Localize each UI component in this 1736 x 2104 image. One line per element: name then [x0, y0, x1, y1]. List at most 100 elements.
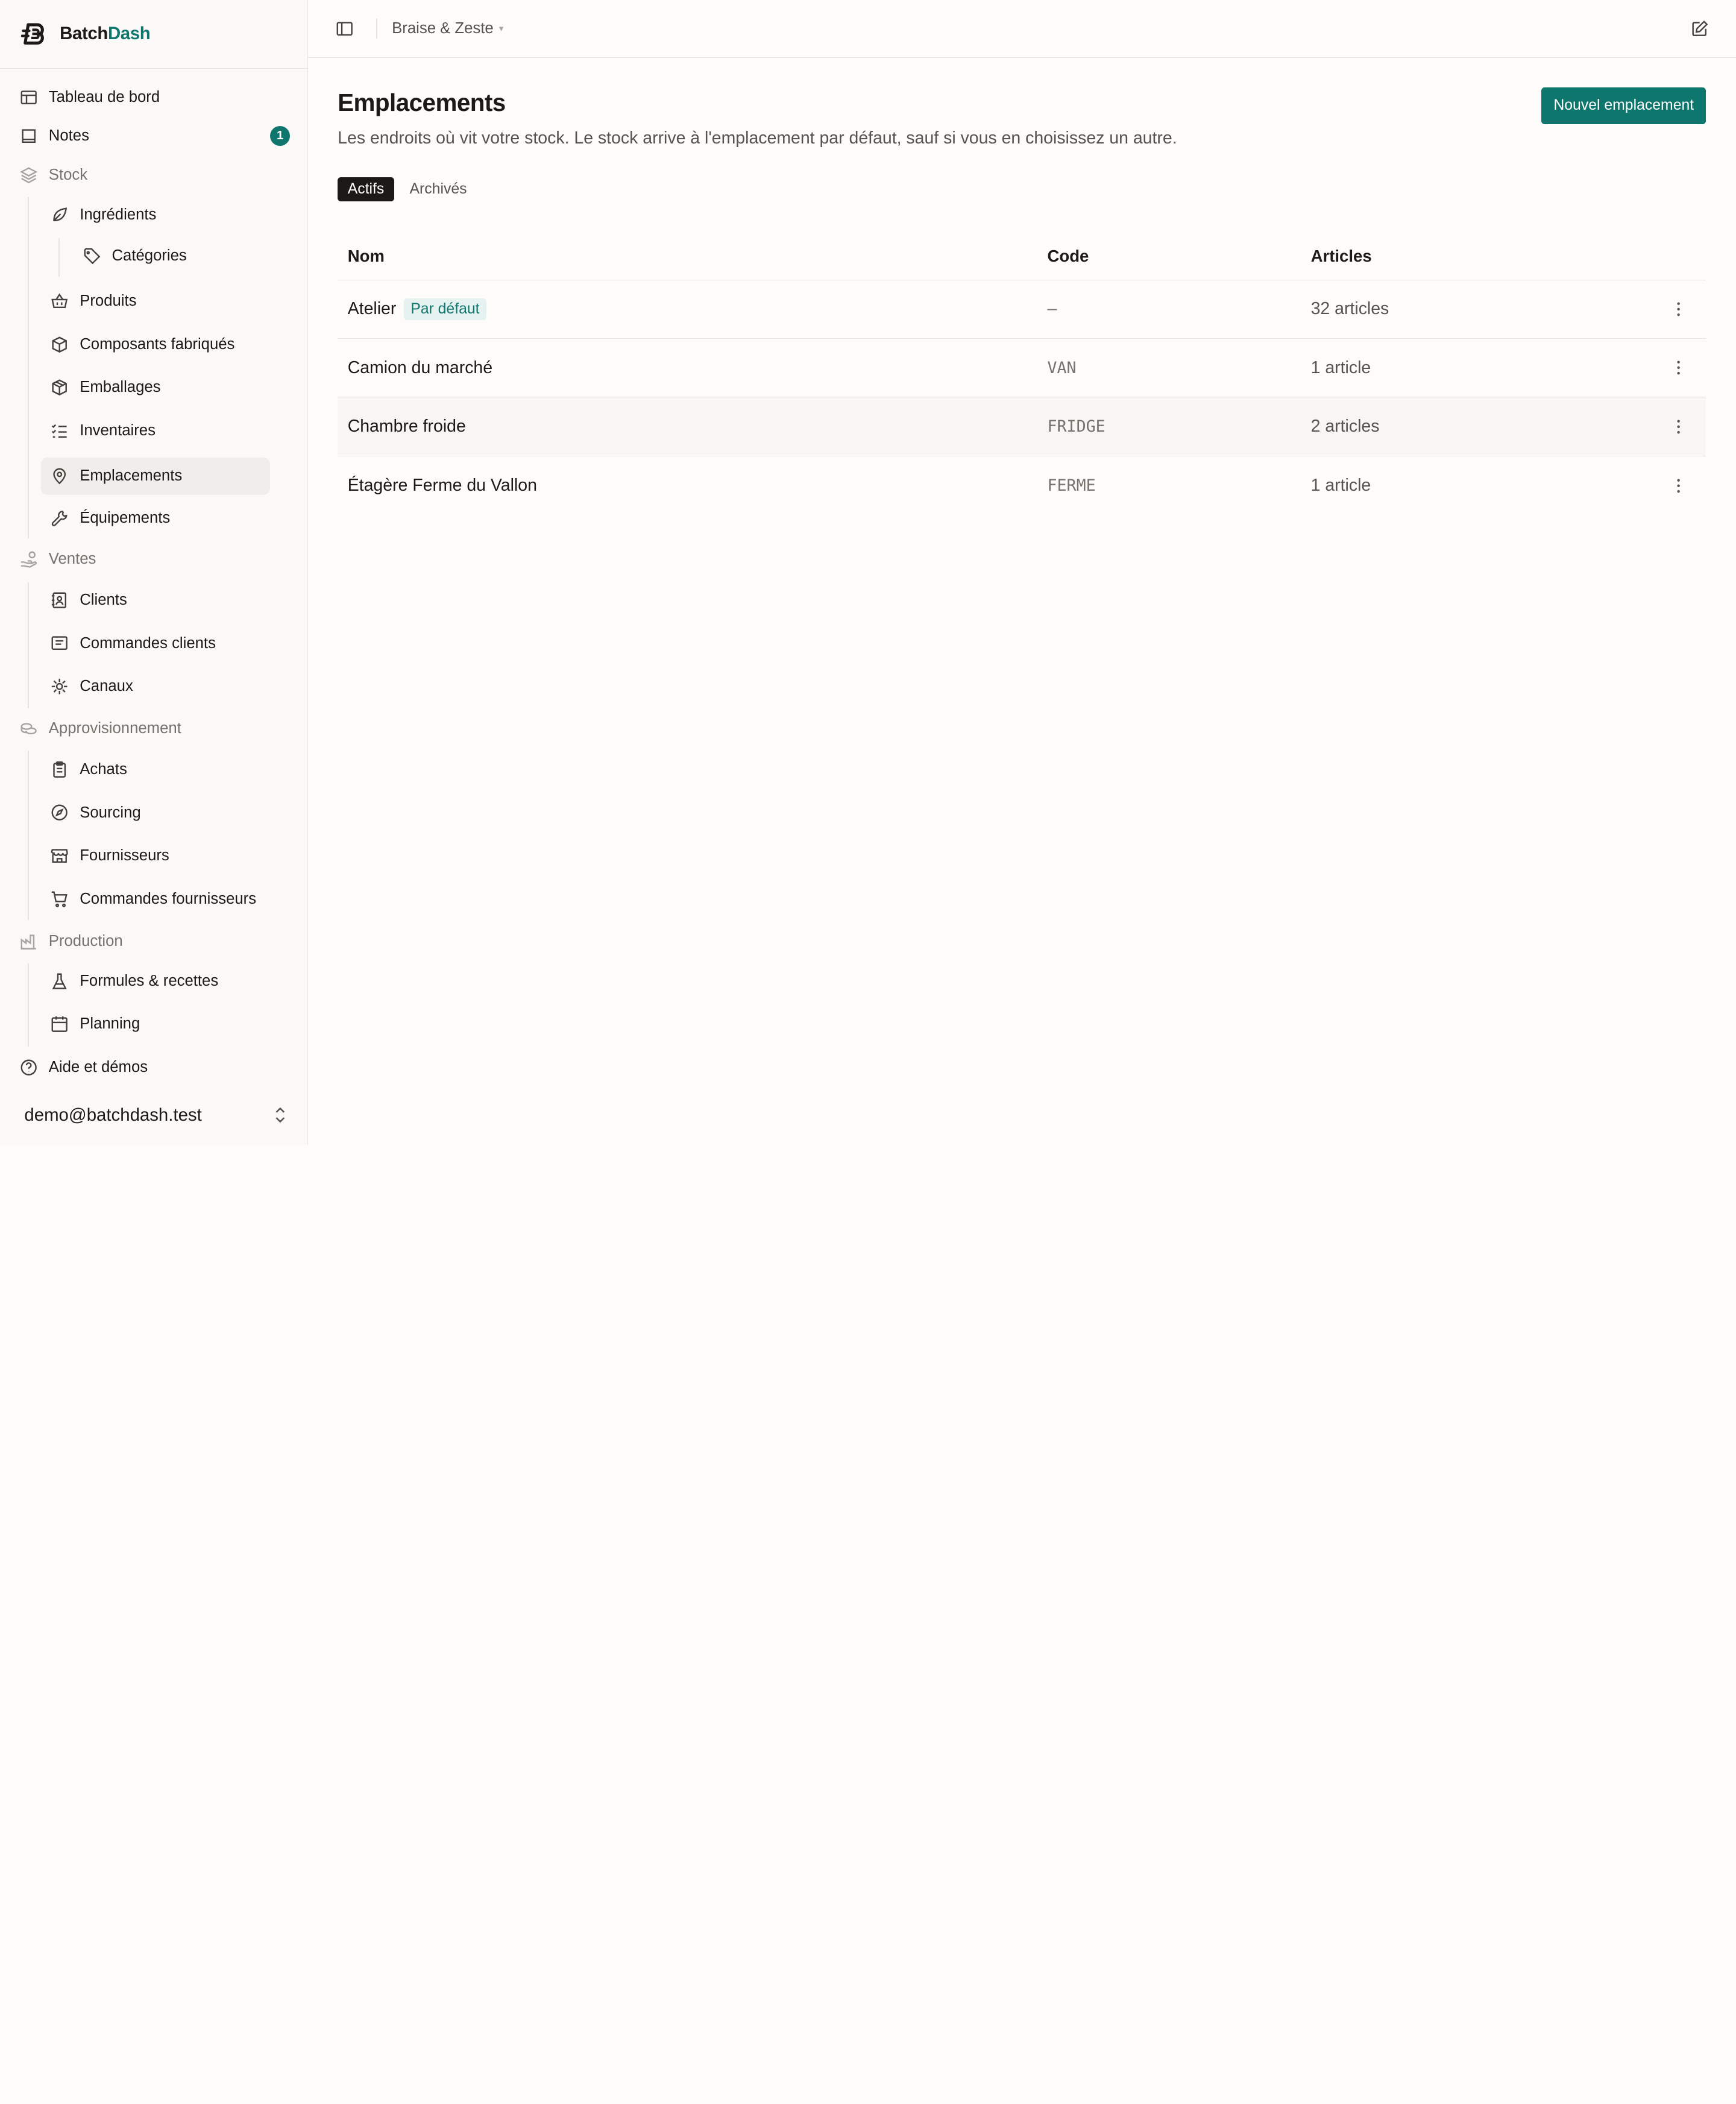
sidebar-item-commandes-clients[interactable]: Commandes clients	[51, 625, 270, 662]
sidebar-toggle-icon[interactable]	[336, 20, 353, 37]
sidebar-group-stock[interactable]: Stock	[20, 156, 290, 194]
table-row[interactable]: Atelier Par défaut – 32 articles	[338, 280, 1706, 339]
sidebar-item-label: Inventaires	[80, 421, 156, 439]
location-code: FERME	[1047, 476, 1096, 495]
sidebar-item-label: Catégories	[112, 247, 187, 264]
sidebar-item-fournisseurs[interactable]: Fournisseurs	[51, 837, 270, 875]
location-articles: 1 article	[1310, 475, 1371, 495]
location-name: Camion du marché	[347, 357, 493, 377]
table-header: Nom Code Articles	[338, 233, 1706, 280]
compass-icon	[51, 804, 68, 821]
status-tabs: Actifs Archivés	[338, 177, 477, 202]
location-articles: 2 articles	[1310, 417, 1380, 436]
wrench-icon	[51, 509, 68, 527]
stock-tree-line	[27, 197, 29, 538]
calendar-icon	[51, 1015, 68, 1033]
new-location-button[interactable]: Nouvel emplacement	[1541, 87, 1706, 124]
clipboard-icon	[51, 761, 68, 778]
coins-icon	[20, 720, 37, 737]
tag-icon	[83, 247, 101, 265]
leaf-icon	[51, 206, 68, 224]
tab-actifs[interactable]: Actifs	[338, 177, 394, 202]
location-name-cell: Camion du marché	[338, 358, 1047, 378]
location-name: Chambre froide	[347, 417, 466, 436]
contact-book-icon	[51, 591, 68, 609]
sidebar-item-produits[interactable]: Produits	[51, 282, 270, 320]
sidebar-group-production[interactable]: Production	[20, 922, 290, 960]
location-articles: 32 articles	[1310, 299, 1389, 319]
column-header-code[interactable]: Code	[1047, 247, 1310, 266]
sidebar-item-planning[interactable]: Planning	[51, 1006, 270, 1043]
sidebar-item-sourcing[interactable]: Sourcing	[51, 794, 270, 831]
location-code: VAN	[1047, 358, 1077, 377]
more-vertical-icon	[1677, 361, 1680, 375]
topbar-divider	[376, 18, 378, 39]
sidebar-item-label: Commandes fournisseurs	[80, 890, 257, 907]
brand-name-part1: Batch	[60, 24, 108, 44]
basket-icon	[51, 292, 68, 310]
table-row[interactable]: Étagère Ferme du Vallon FERME 1 article	[338, 456, 1706, 515]
more-vertical-icon	[1677, 302, 1680, 317]
sidebar-item-label: Aide et démos	[48, 1059, 148, 1076]
row-actions-button[interactable]	[1651, 478, 1706, 494]
sidebar-item-formules-recettes[interactable]: Formules & recettes	[51, 962, 270, 1000]
sidebar-item-label: Sourcing	[80, 804, 141, 821]
sidebar-item-equipements[interactable]: Équipements	[51, 499, 270, 537]
brand-name: BatchDash	[60, 24, 151, 44]
table-row[interactable]: Chambre froide FRIDGE 2 articles	[338, 397, 1706, 456]
network-icon	[51, 678, 68, 695]
hand-coins-icon	[20, 550, 37, 568]
ingredients-tree-line	[58, 238, 60, 277]
layers-icon	[20, 166, 38, 184]
table-row[interactable]: Camion du marché VAN 1 article	[338, 339, 1706, 398]
sidebar-item-label: Composants fabriqués	[80, 335, 235, 353]
package-icon	[51, 336, 68, 353]
tab-archives[interactable]: Archivés	[400, 177, 477, 201]
sidebar-group-ventes[interactable]: Ventes	[20, 540, 290, 578]
page-title: Emplacements	[338, 88, 506, 116]
column-header-nom[interactable]: Nom	[338, 247, 1047, 266]
sidebar-item-commandes-fournisseurs[interactable]: Commandes fournisseurs	[51, 880, 270, 918]
sidebar-item-clients[interactable]: Clients	[51, 581, 270, 619]
sidebar-item-label: Clients	[80, 591, 127, 608]
sidebar-item-categories[interactable]: Catégories	[83, 237, 271, 274]
location-name-cell: Chambre froide	[338, 417, 1047, 436]
sidebar-group-approvisionnement[interactable]: Approvisionnement	[20, 710, 290, 747]
location-name: Étagère Ferme du Vallon	[347, 475, 537, 495]
box-icon	[51, 379, 68, 396]
row-actions-button[interactable]	[1651, 301, 1706, 317]
sidebar-item-label: Production	[48, 932, 123, 950]
brand[interactable]: BatchDash	[0, 0, 307, 69]
sidebar-item-tableau-de-bord[interactable]: Tableau de bord	[20, 78, 290, 116]
flask-icon	[51, 972, 68, 990]
brand-name-part2: Dash	[107, 24, 151, 44]
sidebar-item-inventaires[interactable]: Inventaires	[51, 412, 270, 449]
ventes-tree-line	[27, 582, 29, 709]
chevrons-up-down-icon	[275, 1107, 285, 1123]
locations-table: Nom Code Articles Atelier Par défaut – 3…	[338, 233, 1706, 515]
sidebar-item-aide-demos[interactable]: Aide et démos	[20, 1048, 290, 1086]
workspace-switcher[interactable]: Braise & Zeste ▾	[392, 20, 503, 37]
sidebar-item-canaux[interactable]: Canaux	[51, 668, 270, 705]
sidebar-item-label: Produits	[80, 292, 137, 310]
sidebar-item-emballages[interactable]: Emballages	[51, 369, 270, 406]
sidebar-item-label: Fournisseurs	[80, 847, 169, 865]
sidebar: BatchDash Tableau de bord Notes 1 Stock	[0, 0, 308, 1145]
sidebar-item-label: Canaux	[80, 678, 133, 695]
sidebar-item-label: Tableau de bord	[48, 89, 160, 106]
production-tree-line	[27, 963, 29, 1047]
row-actions-button[interactable]	[1651, 360, 1706, 376]
sidebar-item-label: Emballages	[80, 379, 161, 396]
sidebar-item-notes[interactable]: Notes 1	[20, 118, 291, 155]
edit-note-icon[interactable]	[1691, 20, 1708, 37]
sidebar-item-emplacements[interactable]: Emplacements	[40, 457, 271, 495]
row-actions-button[interactable]	[1651, 419, 1706, 435]
sidebar-item-ingredients[interactable]: Ingrédients	[51, 196, 270, 233]
account-switcher[interactable]: demo@batchdash.test	[0, 1085, 308, 1145]
sidebar-item-composants-fabriques[interactable]: Composants fabriqués	[51, 326, 270, 363]
location-name: Atelier	[347, 299, 397, 319]
caret-down-icon: ▾	[498, 24, 504, 34]
column-header-articles[interactable]: Articles	[1311, 247, 1651, 266]
sidebar-item-achats[interactable]: Achats	[51, 751, 270, 788]
sidebar-item-label: Notes	[48, 127, 89, 145]
